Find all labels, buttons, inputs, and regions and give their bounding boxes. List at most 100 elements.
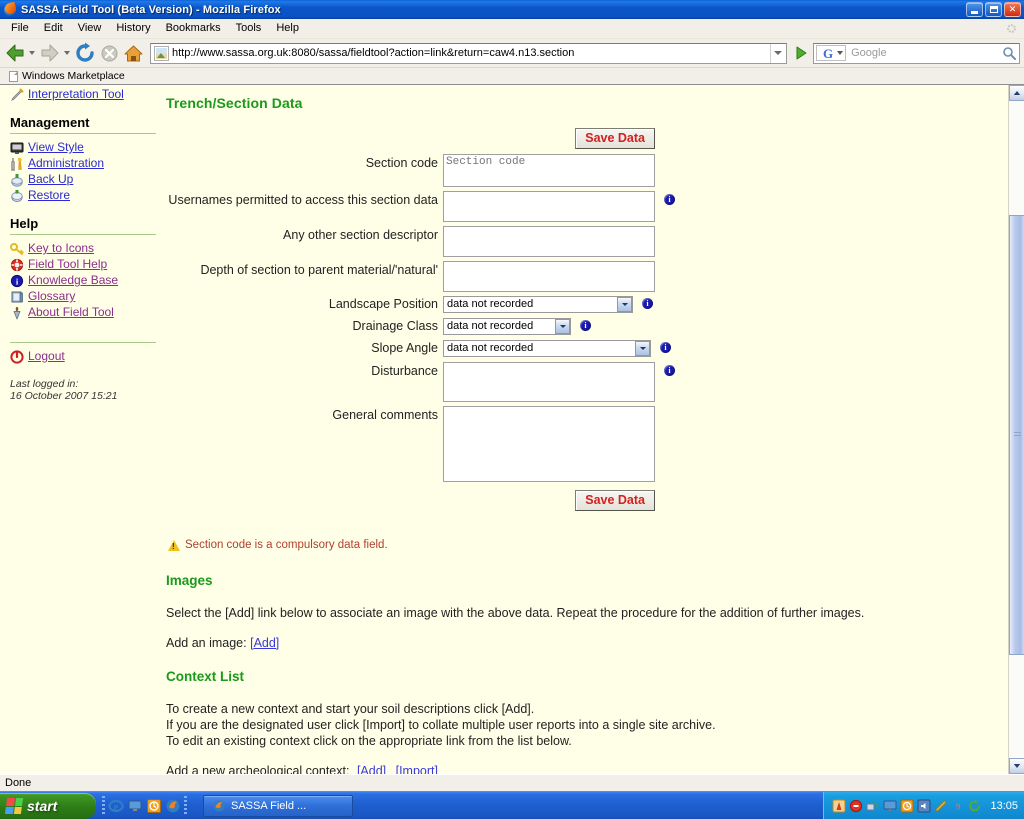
sidebar-item-interpretation-tool[interactable]: Interpretation Tool — [10, 87, 156, 102]
stop-button[interactable] — [98, 42, 121, 65]
network-icon[interactable] — [866, 799, 880, 813]
sidebar-link-label[interactable]: About Field Tool — [28, 305, 114, 320]
clock-tray-icon[interactable] — [900, 799, 914, 813]
volume-icon[interactable] — [917, 799, 931, 813]
info-icon-landscape-position[interactable]: i — [642, 298, 653, 309]
taskbar-clock[interactable]: 13:05 — [990, 800, 1018, 812]
sidebar-item-restore[interactable]: Restore — [10, 188, 156, 203]
context-add-link[interactable]: [Add] — [357, 764, 386, 774]
tools-icon — [10, 157, 24, 171]
shield-icon[interactable] — [849, 799, 863, 813]
home-button[interactable] — [122, 42, 145, 65]
maximize-button[interactable] — [985, 2, 1002, 17]
images-add-link[interactable]: [Add] — [250, 636, 279, 650]
search-engine-selector[interactable]: G — [816, 45, 847, 61]
context-import-link[interactable]: [Import] — [396, 764, 438, 774]
display-icon[interactable] — [883, 799, 897, 813]
search-bar[interactable]: G Google — [813, 42, 1020, 64]
sidebar-link-label[interactable]: Back Up — [28, 172, 73, 187]
sidebar-item-key-to-icons[interactable]: Key to Icons — [10, 241, 156, 256]
scroll-up-button[interactable] — [1009, 85, 1024, 101]
update-icon[interactable]: 9 — [951, 799, 965, 813]
select-value: data not recorded — [447, 298, 534, 310]
save-data-button-top[interactable]: Save Data — [575, 128, 655, 149]
sidebar-link-label[interactable]: Administration — [28, 156, 104, 171]
minimize-button[interactable] — [966, 2, 983, 17]
sidebar-item-glossary[interactable]: Glossary — [10, 289, 156, 304]
pencil-icon[interactable] — [934, 799, 948, 813]
menu-item-edit[interactable]: Edit — [37, 20, 70, 37]
back-button[interactable] — [4, 42, 38, 64]
chevron-down-icon[interactable] — [617, 297, 632, 312]
quicklaunch-divider — [184, 795, 187, 816]
go-button[interactable] — [790, 43, 812, 64]
ie-icon[interactable]: e — [108, 798, 124, 814]
general-comments-input[interactable] — [443, 406, 655, 482]
menu-bar: File Edit View History Bookmarks Tools H… — [0, 19, 1024, 39]
sidebar-link-label[interactable]: Restore — [28, 188, 70, 203]
sync-icon[interactable] — [968, 799, 982, 813]
menu-item-file[interactable]: File — [4, 20, 36, 37]
menu-item-history[interactable]: History — [109, 20, 157, 37]
sidebar-link-label[interactable]: Interpretation Tool — [28, 87, 124, 102]
norton-icon[interactable] — [832, 799, 846, 813]
reload-button[interactable] — [74, 42, 97, 65]
sidebar-link-label[interactable]: Glossary — [28, 289, 75, 304]
menu-item-help[interactable]: Help — [269, 20, 306, 37]
sidebar-item-view-style[interactable]: View Style — [10, 140, 156, 155]
disturbance-input[interactable] — [443, 362, 655, 402]
desktop-icon[interactable] — [127, 798, 143, 814]
forward-dropdown-caret[interactable] — [64, 51, 70, 55]
search-input[interactable]: Google — [847, 44, 999, 63]
drainage-class-select[interactable]: data not recorded — [443, 318, 571, 335]
scroll-down-button[interactable] — [1009, 758, 1024, 774]
menu-item-view[interactable]: View — [71, 20, 109, 37]
sidebar-item-about-field-tool[interactable]: About Field Tool — [10, 305, 156, 320]
usernames-input[interactable] — [443, 191, 655, 222]
power-icon — [10, 350, 24, 364]
save-data-button-bottom[interactable]: Save Data — [575, 490, 655, 511]
sidebar-item-knowledge-base[interactable]: i Knowledge Base — [10, 273, 156, 288]
url-bar[interactable]: http://www.sassa.org.uk:8080/sassa/field… — [150, 42, 787, 64]
sidebar-link-label[interactable]: Logout — [28, 349, 65, 364]
close-button[interactable]: ✕ — [1004, 2, 1021, 17]
sidebar-item-logout[interactable]: Logout — [10, 349, 156, 364]
sidebar-link-label[interactable]: View Style — [28, 140, 84, 155]
search-icon[interactable] — [999, 46, 1019, 60]
info-icon-slope-angle[interactable]: i — [660, 342, 671, 353]
menu-item-tools[interactable]: Tools — [229, 20, 269, 37]
firefox-icon[interactable] — [165, 798, 181, 814]
sidebar-item-administration[interactable]: Administration — [10, 156, 156, 171]
scrollbar-thumb[interactable] — [1009, 215, 1024, 655]
url-dropdown-caret[interactable] — [770, 43, 785, 63]
sidebar-link-label[interactable]: Key to Icons — [28, 241, 94, 256]
url-text[interactable]: http://www.sassa.org.uk:8080/sassa/field… — [172, 44, 770, 63]
media-icon[interactable] — [146, 798, 162, 814]
slope-angle-select[interactable]: data not recorded — [443, 340, 651, 357]
quick-launch-bar: e — [96, 792, 193, 819]
form-row-landscape-position: Landscape Position data not recorded i — [166, 296, 1008, 313]
sidebar-item-field-tool-help[interactable]: Field Tool Help — [10, 257, 156, 272]
forward-button[interactable] — [39, 42, 73, 64]
bookmark-windows-marketplace[interactable]: Windows Marketplace — [6, 70, 128, 82]
context-add-label: Add a new archeological context: — [166, 764, 350, 774]
chevron-down-icon[interactable] — [555, 319, 570, 334]
other-descriptor-input[interactable] — [443, 226, 655, 257]
info-icon-disturbance[interactable]: i — [664, 365, 675, 376]
info-icon-drainage-class[interactable]: i — [580, 320, 591, 331]
task-button-sassa[interactable]: SASSA Field ... — [203, 794, 353, 817]
firefox-icon — [3, 1, 18, 17]
sidebar-link-label[interactable]: Knowledge Base — [28, 273, 118, 288]
lifebuoy-icon — [10, 258, 24, 272]
landscape-position-select[interactable]: data not recorded — [443, 296, 633, 313]
back-dropdown-caret[interactable] — [29, 51, 35, 55]
section-code-input[interactable] — [443, 154, 655, 187]
chevron-down-icon[interactable] — [635, 341, 650, 356]
sidebar-item-back-up[interactable]: Back Up — [10, 172, 156, 187]
vertical-scrollbar[interactable] — [1008, 85, 1024, 774]
start-button[interactable]: start — [0, 792, 96, 819]
sidebar-link-label[interactable]: Field Tool Help — [28, 257, 107, 272]
depth-input[interactable] — [443, 261, 655, 292]
menu-item-bookmarks[interactable]: Bookmarks — [159, 20, 228, 37]
info-icon-usernames[interactable]: i — [664, 194, 675, 205]
